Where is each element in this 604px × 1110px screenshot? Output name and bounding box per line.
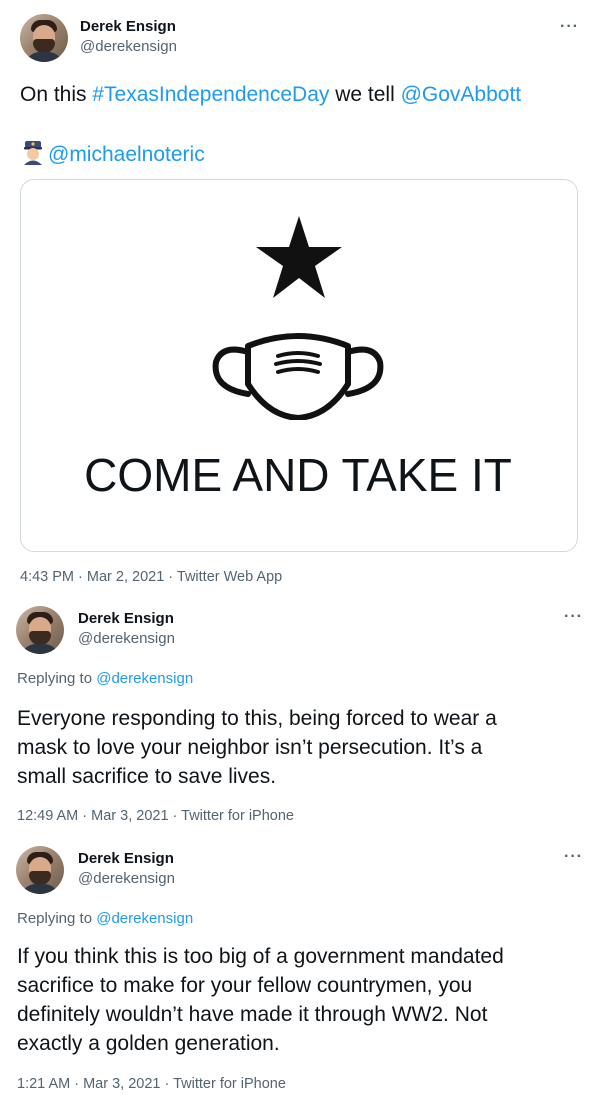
tweet-main: Derek Ensign @derekensign ··· On this #T… — [0, 0, 604, 597]
author-handle[interactable]: @derekensign — [80, 38, 177, 55]
mention-link[interactable]: @michaelnoteric — [48, 143, 205, 166]
tweet-text-line: mask to love your neighbor isn’t persecu… — [17, 736, 483, 759]
tweet-text-line: exactly a golden generation. — [17, 1032, 280, 1055]
tweet-text-line: sacrifice to make for your fellow countr… — [17, 974, 473, 997]
police-officer-emoji-icon — [20, 139, 46, 165]
replying-to: Replying to @derekensign — [17, 670, 193, 687]
more-horizontal-icon[interactable]: ··· — [564, 848, 583, 866]
tweet-reply-2: Derek Ensign @derekensign ··· Replying t… — [0, 836, 604, 1110]
replying-to-link[interactable]: @derekensign — [96, 670, 193, 687]
text-prefix: On this — [20, 83, 93, 106]
text-middle: we tell — [329, 83, 401, 106]
more-horizontal-icon[interactable]: ··· — [560, 18, 579, 36]
replying-prefix: Replying to — [17, 910, 97, 927]
tweet-text-second-line: @michaelnoteric — [20, 139, 590, 169]
timestamp[interactable]: 12:49 AM · Mar 3, 2021 · Twitter for iPh… — [17, 808, 294, 824]
face-mask-icon — [212, 333, 384, 420]
mention-link[interactable]: @GovAbbott — [401, 83, 522, 106]
author-name[interactable]: Derek Ensign — [78, 850, 174, 867]
author-handle[interactable]: @derekensign — [78, 870, 175, 887]
replying-to: Replying to @derekensign — [17, 910, 193, 927]
avatar[interactable] — [16, 606, 64, 654]
tweet-text: On this #TexasIndependenceDay we tell @G… — [20, 80, 590, 109]
tweet-text: Everyone responding to this, being force… — [17, 704, 597, 791]
timestamp[interactable]: 4:43 PM · Mar 2, 2021 · Twitter Web App — [20, 569, 282, 585]
author-handle[interactable]: @derekensign — [78, 630, 175, 647]
tweet-text-line: definitely wouldn’t have made it through… — [17, 1003, 488, 1026]
image-slogan: COME AND TAKE IT — [84, 449, 512, 501]
author-name[interactable]: Derek Ensign — [78, 610, 174, 627]
avatar[interactable] — [16, 846, 64, 894]
replying-to-link[interactable]: @derekensign — [96, 910, 193, 927]
avatar[interactable] — [20, 14, 68, 62]
author-name[interactable]: Derek Ensign — [80, 18, 176, 35]
tweet-text: If you think this is too big of a govern… — [17, 942, 597, 1058]
tweet-text-line: Everyone responding to this, being force… — [17, 707, 497, 730]
replying-prefix: Replying to — [17, 670, 97, 687]
more-horizontal-icon[interactable]: ··· — [564, 608, 583, 626]
tweet-reply-1: Derek Ensign @derekensign ··· Replying t… — [0, 596, 604, 837]
tweet-text-line: small sacrifice to save lives. — [17, 765, 277, 788]
timestamp[interactable]: 1:21 AM · Mar 3, 2021 · Twitter for iPho… — [17, 1076, 286, 1092]
tweet-text-line: If you think this is too big of a govern… — [17, 945, 504, 968]
hashtag-link[interactable]: #TexasIndependenceDay — [92, 83, 329, 106]
star-icon — [256, 216, 342, 298]
